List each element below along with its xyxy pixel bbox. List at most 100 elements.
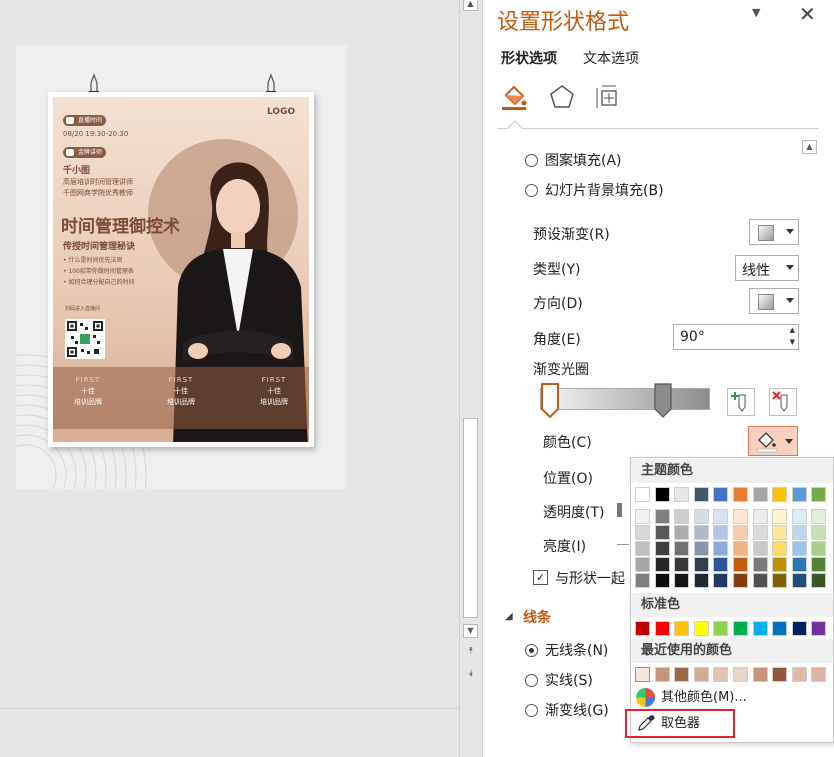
recent-color-swatch[interactable] (772, 667, 788, 682)
theme-color-swatch[interactable] (674, 487, 690, 502)
theme-tint-swatch[interactable] (674, 525, 690, 540)
theme-tint-swatch[interactable] (635, 509, 650, 524)
theme-tint-swatch[interactable] (752, 541, 768, 556)
pattern-fill-radio[interactable] (525, 154, 538, 167)
gradient-line-radio[interactable] (525, 704, 538, 717)
scrollbar-thumb[interactable] (463, 418, 478, 618)
remove-gradient-stop-button[interactable] (769, 388, 797, 416)
tab-shape-options[interactable]: 形状选项 (501, 48, 557, 68)
slide-background-fill-radio[interactable] (525, 184, 538, 197)
recent-color-swatch[interactable] (635, 667, 650, 682)
theme-tint-swatch[interactable] (713, 541, 729, 556)
standard-color-swatch[interactable] (713, 621, 729, 636)
theme-tint-swatch[interactable] (791, 541, 807, 556)
solid-line-label[interactable]: 实线(S) (545, 670, 593, 690)
preset-gradient-dropdown[interactable] (749, 219, 799, 245)
collapse-triangle-icon[interactable]: ◢ (505, 611, 513, 622)
recent-color-swatch[interactable] (791, 667, 807, 682)
angle-spinner[interactable]: 90° ▲ ▼ (673, 324, 799, 350)
theme-tint-swatch[interactable] (772, 573, 788, 588)
recent-color-swatch[interactable] (674, 667, 690, 682)
spin-down-icon[interactable]: ▼ (790, 338, 795, 346)
theme-tint-swatch[interactable] (811, 541, 827, 556)
close-icon[interactable]: ✕ (799, 2, 816, 26)
theme-tint-swatch[interactable] (791, 573, 807, 588)
spin-up-icon[interactable]: ▲ (790, 326, 795, 334)
theme-color-swatch[interactable] (772, 487, 788, 502)
lines-section-header[interactable]: 线条 (523, 607, 551, 627)
theme-tint-swatch[interactable] (772, 557, 788, 572)
theme-color-swatch[interactable] (791, 487, 807, 502)
theme-tint-swatch[interactable] (713, 557, 729, 572)
no-line-radio[interactable] (525, 644, 538, 657)
standard-color-swatch[interactable] (733, 621, 748, 636)
recent-color-swatch[interactable] (713, 667, 729, 682)
standard-color-swatch[interactable] (752, 621, 768, 636)
pane-options-chevron-icon[interactable]: ▼ (752, 6, 760, 19)
theme-tint-swatch[interactable] (693, 557, 709, 572)
gradient-line-label[interactable]: 渐变线(G) (545, 700, 609, 720)
theme-tint-swatch[interactable] (713, 525, 729, 540)
theme-tint-swatch[interactable] (693, 573, 709, 588)
theme-tint-swatch[interactable] (654, 573, 670, 588)
standard-color-swatch[interactable] (772, 621, 788, 636)
no-line-label[interactable]: 无线条(N) (545, 640, 608, 660)
gradient-stops-bar[interactable] (540, 388, 710, 410)
fill-line-icon[interactable] (499, 82, 529, 112)
scroll-up-button[interactable]: ▲ (463, 0, 478, 11)
theme-tint-swatch[interactable] (693, 509, 709, 524)
theme-tint-swatch[interactable] (693, 541, 709, 556)
theme-tint-swatch[interactable] (752, 573, 768, 588)
theme-tint-swatch[interactable] (635, 541, 650, 556)
poster-image[interactable]: LOGO 直播时间 08/20 19:30-20:30 金牌讲师 千小图 高层培… (48, 92, 314, 447)
theme-tint-swatch[interactable] (713, 573, 729, 588)
theme-tint-swatch[interactable] (733, 573, 748, 588)
solid-line-radio[interactable] (525, 674, 538, 687)
theme-color-swatch[interactable] (733, 487, 748, 502)
pane-scroll-up-button[interactable]: ▲ (802, 140, 817, 154)
standard-color-swatch[interactable] (674, 621, 690, 636)
theme-tint-swatch[interactable] (654, 525, 670, 540)
theme-tint-swatch[interactable] (772, 541, 788, 556)
scroll-down-button[interactable]: ▼ (463, 624, 478, 638)
theme-tint-swatch[interactable] (772, 509, 788, 524)
theme-color-swatch[interactable] (811, 487, 827, 502)
pattern-fill-label[interactable]: 图案填充(A) (545, 150, 622, 170)
gradient-stop-handle[interactable] (654, 383, 672, 419)
theme-tint-swatch[interactable] (674, 557, 690, 572)
theme-tint-swatch[interactable] (772, 525, 788, 540)
recent-color-swatch[interactable] (811, 667, 827, 682)
theme-tint-swatch[interactable] (733, 509, 748, 524)
theme-color-swatch[interactable] (654, 487, 670, 502)
recent-color-swatch[interactable] (693, 667, 709, 682)
tab-text-options[interactable]: 文本选项 (583, 48, 639, 68)
theme-tint-swatch[interactable] (635, 557, 650, 572)
brightness-slider-track[interactable] (617, 544, 629, 545)
theme-tint-swatch[interactable] (635, 573, 650, 588)
theme-tint-swatch[interactable] (654, 541, 670, 556)
theme-tint-swatch[interactable] (654, 509, 670, 524)
theme-tint-swatch[interactable] (674, 541, 690, 556)
effects-pentagon-icon[interactable] (547, 82, 577, 112)
theme-tint-swatch[interactable] (674, 573, 690, 588)
standard-color-swatch[interactable] (693, 621, 709, 636)
theme-tint-swatch[interactable] (752, 557, 768, 572)
color-picker-button[interactable] (748, 426, 798, 456)
theme-color-swatch[interactable] (713, 487, 729, 502)
theme-tint-swatch[interactable] (693, 525, 709, 540)
theme-tint-swatch[interactable] (752, 525, 768, 540)
theme-tint-swatch[interactable] (791, 525, 807, 540)
canvas-scrollbar[interactable]: ▲ ▼ ⯭ ⯯ (459, 0, 481, 757)
theme-color-swatch[interactable] (635, 487, 650, 502)
theme-tint-swatch[interactable] (733, 541, 748, 556)
previous-slide-icon[interactable]: ⯭ (465, 646, 477, 656)
recent-color-swatch[interactable] (654, 667, 670, 682)
standard-color-swatch[interactable] (635, 621, 650, 636)
gradient-stop-handle[interactable] (541, 383, 559, 419)
slide[interactable]: LOGO 直播时间 08/20 19:30-20:30 金牌讲师 千小图 高层培… (16, 45, 347, 489)
theme-tint-swatch[interactable] (733, 525, 748, 540)
type-dropdown[interactable]: 线性 (735, 255, 799, 281)
direction-dropdown[interactable] (749, 288, 799, 314)
standard-color-swatch[interactable] (791, 621, 807, 636)
theme-tint-swatch[interactable] (654, 557, 670, 572)
